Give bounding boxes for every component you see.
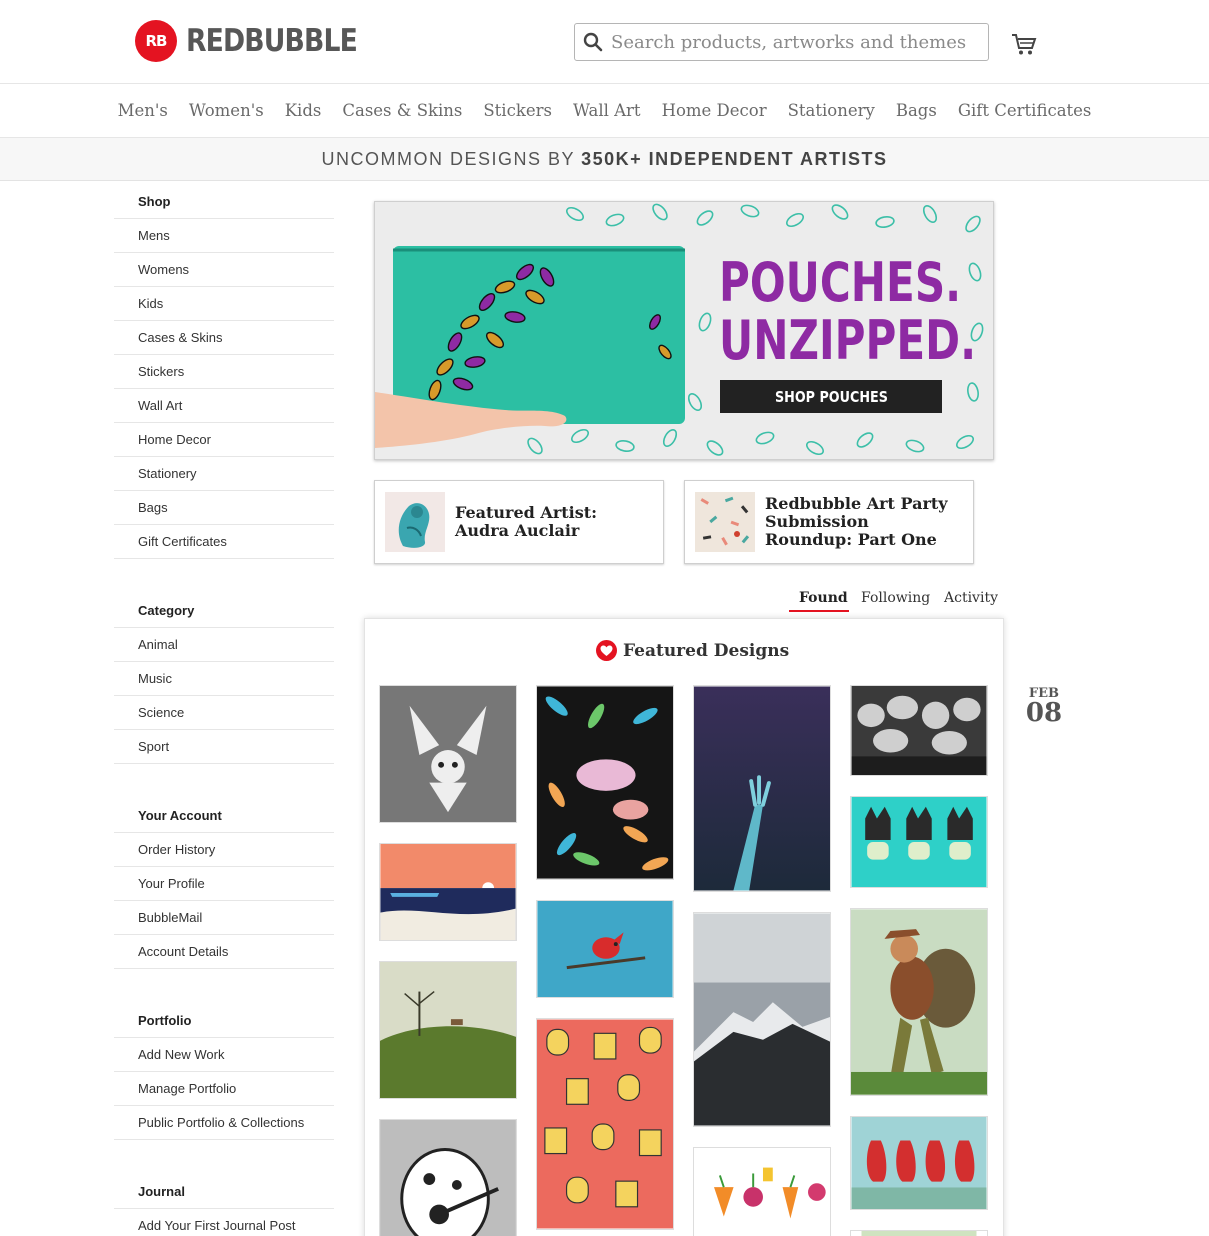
sidebar-item-sport[interactable]: Sport — [114, 730, 334, 764]
art-party-thumbnail — [695, 492, 755, 552]
featured-artist-thumbnail — [385, 492, 445, 552]
sidebar-item-stickers[interactable]: Stickers — [114, 355, 334, 389]
nav-bags[interactable]: Bags — [896, 101, 937, 120]
heart-icon — [596, 640, 617, 661]
sidebar-heading-portfolio: Portfolio — [114, 1004, 334, 1038]
sidebar-item-public-portfolio[interactable]: Public Portfolio & Collections — [114, 1106, 334, 1140]
tagline-bold: 350K+ INDEPENDENT ARTISTS — [581, 148, 888, 169]
sidebar-item-stationery[interactable]: Stationery — [114, 457, 334, 491]
design-tile-guitar-bear[interactable] — [379, 1119, 517, 1236]
design-tile-owl[interactable] — [379, 685, 517, 823]
sidebar-item-science[interactable]: Science — [114, 696, 334, 730]
search-box — [574, 23, 989, 61]
cart-icon[interactable] — [1010, 30, 1038, 58]
feed-tabs: Found Following Activity — [0, 590, 1209, 614]
sidebar: Shop Mens Womens Kids Cases & Skins Stic… — [114, 185, 334, 1236]
featured-artist-card[interactable]: Featured Artist: Audra Auclair — [374, 480, 664, 564]
nav-home-decor[interactable]: Home Decor — [662, 101, 767, 120]
sidebar-item-kids[interactable]: Kids — [114, 287, 334, 321]
featured-designs-title: Featured Designs — [623, 640, 790, 661]
hero-title: POUCHES. UNZIPPED. — [719, 254, 976, 370]
design-tile-vegetables[interactable] — [693, 1147, 831, 1236]
tab-following[interactable]: Following — [861, 590, 930, 606]
nav-gift-certificates[interactable]: Gift Certificates — [958, 101, 1092, 120]
hero-banner[interactable]: POUCHES. UNZIPPED. SHOP POUCHES — [374, 201, 994, 460]
sidebar-item-music[interactable]: Music — [114, 662, 334, 696]
design-tile-red-hoods[interactable] — [850, 1116, 988, 1210]
nav-kids[interactable]: Kids — [285, 101, 322, 120]
design-tile-tree-hill[interactable] — [379, 961, 517, 1099]
design-tile-mountain[interactable] — [693, 912, 831, 1127]
nav-stickers[interactable]: Stickers — [483, 101, 552, 120]
design-tile-cardinal[interactable] — [536, 900, 674, 998]
main-nav: Men's Women's Kids Cases & Skins Sticker… — [0, 84, 1209, 138]
sidebar-item-account-details[interactable]: Account Details — [114, 935, 334, 969]
design-tile-seascape[interactable] — [379, 843, 517, 941]
sidebar-group-account: Your Account Order History Your Profile … — [114, 799, 334, 969]
logo-mark: RB — [135, 20, 177, 62]
logo-wordmark: REDBUBBLE — [186, 23, 358, 59]
active-tab-indicator — [789, 610, 849, 612]
featured-designs-heading: Featured Designs — [596, 640, 789, 661]
sidebar-group-shop: Shop Mens Womens Kids Cases & Skins Stic… — [114, 185, 334, 559]
design-tile-crowd-bw[interactable] — [850, 685, 988, 776]
sidebar-item-order-history[interactable]: Order History — [114, 833, 334, 867]
design-tile-windows[interactable] — [536, 1018, 674, 1230]
featured-artist-title: Featured Artist: Audra Auclair — [455, 503, 598, 540]
nav-mens[interactable]: Men's — [118, 101, 168, 120]
design-tile-cats[interactable] — [850, 796, 988, 888]
hero-title-line1: POUCHES. — [719, 251, 962, 314]
design-tile-hiker[interactable] — [850, 908, 988, 1096]
sidebar-item-cases-skins[interactable]: Cases & Skins — [114, 321, 334, 355]
search-icon[interactable] — [575, 24, 611, 60]
feed-date: FEB 08 — [1024, 686, 1064, 728]
tagline-banner: UNCOMMON DESIGNS BY 350K+ INDEPENDENT AR… — [0, 138, 1209, 181]
sidebar-heading-journal: Journal — [114, 1175, 334, 1209]
design-tile-bird-leaves[interactable] — [536, 685, 674, 880]
sidebar-item-bubblemail[interactable]: BubbleMail — [114, 901, 334, 935]
tagline-prefix: UNCOMMON DESIGNS BY — [321, 148, 576, 169]
sidebar-group-journal: Journal Add Your First Journal Post — [114, 1175, 334, 1236]
nav-cases-skins[interactable]: Cases & Skins — [342, 101, 462, 120]
sidebar-item-animal[interactable]: Animal — [114, 628, 334, 662]
hero-title-line2: UNZIPPED. — [719, 309, 977, 372]
nav-stationery[interactable]: Stationery — [788, 101, 875, 120]
sidebar-heading-account: Your Account — [114, 799, 334, 833]
sidebar-group-category: Category Animal Music Science Sport — [114, 594, 334, 764]
sidebar-item-womens[interactable]: Womens — [114, 253, 334, 287]
feed-date-day: 08 — [1025, 698, 1063, 728]
shop-pouches-label: SHOP POUCHES — [774, 387, 888, 406]
tab-found[interactable]: Found — [799, 590, 848, 606]
sidebar-heading-shop: Shop — [114, 185, 334, 219]
shop-pouches-button[interactable]: SHOP POUCHES — [720, 380, 942, 413]
nav-womens[interactable]: Women's — [189, 101, 264, 120]
site-header: RB REDBUBBLE — [0, 0, 1209, 84]
sidebar-item-bags[interactable]: Bags — [114, 491, 334, 525]
nav-wall-art[interactable]: Wall Art — [573, 101, 641, 120]
search-input[interactable] — [611, 31, 981, 53]
sidebar-item-wall-art[interactable]: Wall Art — [114, 389, 334, 423]
tab-activity[interactable]: Activity — [944, 590, 998, 606]
sidebar-group-portfolio: Portfolio Add New Work Manage Portfolio … — [114, 1004, 334, 1140]
sidebar-item-add-journal-post[interactable]: Add Your First Journal Post — [114, 1209, 334, 1236]
sidebar-item-your-profile[interactable]: Your Profile — [114, 867, 334, 901]
sidebar-item-add-new-work[interactable]: Add New Work — [114, 1038, 334, 1072]
redbubble-logo[interactable]: RB REDBUBBLE — [135, 20, 385, 62]
art-party-title: Redbubble Art Party Submission Roundup: … — [765, 494, 948, 549]
sidebar-item-home-decor[interactable]: Home Decor — [114, 423, 334, 457]
sidebar-item-manage-portfolio[interactable]: Manage Portfolio — [114, 1072, 334, 1106]
design-tile-hand-space[interactable] — [693, 685, 831, 892]
design-tile-partial[interactable] — [850, 1230, 988, 1236]
sidebar-item-mens[interactable]: Mens — [114, 219, 334, 253]
sidebar-item-gift-certificates[interactable]: Gift Certificates — [114, 525, 334, 559]
art-party-card[interactable]: Redbubble Art Party Submission Roundup: … — [684, 480, 974, 564]
